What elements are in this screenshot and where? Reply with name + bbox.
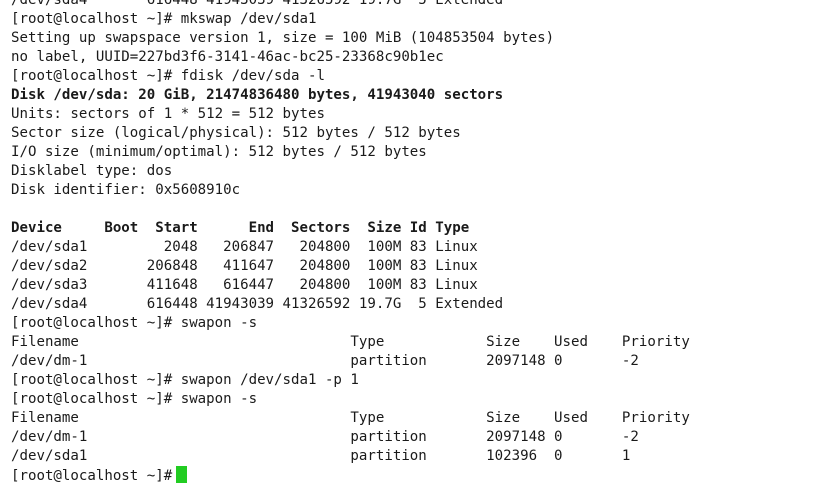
text-cursor	[176, 466, 188, 483]
swap-row: /dev/sda1 partition 102396 0 1	[11, 448, 631, 464]
terminal-window[interactable]: /dev/sda4 616448 41943039 41326592 19.7G…	[0, 0, 817, 491]
output-line: Disk identifier: 0x5608910c	[11, 182, 241, 198]
swap-table-header: Filename Type Size Used Priority	[11, 334, 690, 350]
swap-row: /dev/dm-1 partition 2097148 0 -2	[11, 353, 639, 369]
swap-table-header: Filename Type Size Used Priority	[11, 410, 690, 426]
swap-row: /dev/dm-1 partition 2097148 0 -2	[11, 429, 639, 445]
output-line: Disklabel type: dos	[11, 163, 173, 179]
partition-row: /dev/sda4 616448 41943039 41326592 19.7G…	[11, 296, 504, 312]
command-line: [root@localhost ~]# swapon /dev/sda1 -p …	[11, 372, 359, 388]
command-line: [root@localhost ~]# fdisk /dev/sda -l	[11, 68, 325, 84]
output-line: I/O size (minimum/optimal): 512 bytes / …	[11, 144, 427, 160]
command-line: [root@localhost ~]# swapon -s	[11, 315, 258, 331]
output-line: Units: sectors of 1 * 512 = 512 bytes	[11, 106, 325, 122]
command-line: [root@localhost ~]# swapon -s	[11, 391, 258, 407]
output-line: /dev/sda4 616448 41943039 41326592 19.7G…	[11, 0, 504, 8]
disk-summary-line: Disk /dev/sda: 20 GiB, 21474836480 bytes…	[11, 87, 504, 103]
output-line: no label, UUID=227bd3f6-3141-46ac-bc25-2…	[11, 49, 444, 65]
partition-row: /dev/sda3 411648 616447 204800 100M 83 L…	[11, 277, 478, 293]
shell-prompt: [root@localhost ~]#	[11, 468, 173, 484]
partition-row: /dev/sda1 2048 206847 204800 100M 83 Lin…	[11, 239, 478, 255]
command-line: [root@localhost ~]# mkswap /dev/sda1	[11, 11, 317, 27]
output-line: Sector size (logical/physical): 512 byte…	[11, 125, 461, 141]
terminal-output: /dev/sda4 616448 41943039 41326592 19.7G…	[11, 0, 817, 485]
partition-table-header: Device Boot Start End Sectors Size Id Ty…	[11, 220, 470, 236]
partition-row: /dev/sda2 206848 411647 204800 100M 83 L…	[11, 258, 478, 274]
active-prompt-line[interactable]: [root@localhost ~]#	[11, 466, 817, 485]
output-line: Setting up swapspace version 1, size = 1…	[11, 30, 555, 46]
